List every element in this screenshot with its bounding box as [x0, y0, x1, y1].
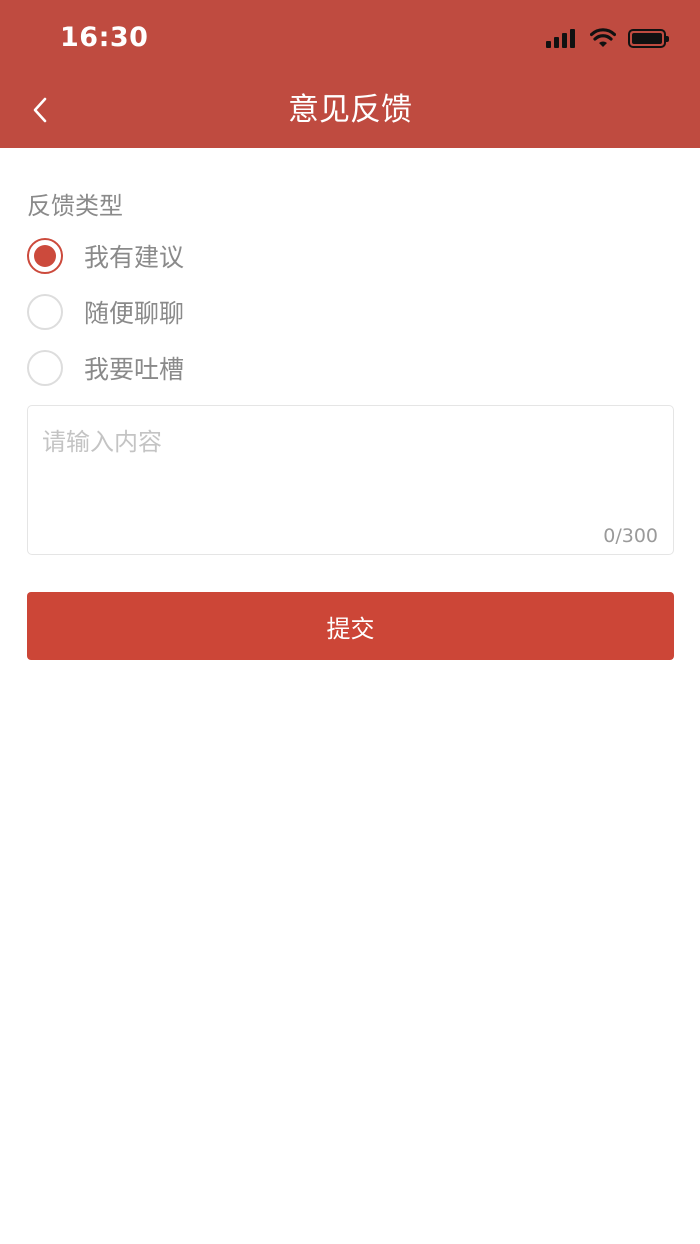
- character-counter: 0/300: [603, 525, 658, 547]
- status-time: 16:30: [60, 22, 149, 53]
- content-textarea[interactable]: [42, 422, 657, 512]
- content-input-box: 0/300: [27, 405, 674, 555]
- radio-button[interactable]: [27, 350, 63, 386]
- app-header: 16:30 意见反馈: [0, 0, 700, 148]
- radio-option-label: 我有建议: [84, 243, 185, 272]
- radio-option-chat[interactable]: 随便聊聊: [27, 292, 184, 332]
- radio-option-label: 随便聊聊: [84, 299, 185, 328]
- submit-button[interactable]: 提交: [27, 592, 674, 660]
- radio-option-label: 我要吐槽: [84, 355, 185, 384]
- radio-option-suggestion[interactable]: 我有建议: [27, 236, 184, 276]
- wifi-icon: [590, 28, 616, 47]
- radio-button-selected[interactable]: [27, 238, 63, 274]
- radio-button[interactable]: [27, 294, 63, 330]
- page-title: 意见反馈: [288, 92, 412, 128]
- battery-icon: [628, 28, 669, 48]
- signal-icon: [546, 28, 578, 48]
- feedback-type-label: 反馈类型: [27, 192, 123, 220]
- status-icons: [546, 26, 669, 50]
- radio-option-complaint[interactable]: 我要吐槽: [27, 348, 184, 388]
